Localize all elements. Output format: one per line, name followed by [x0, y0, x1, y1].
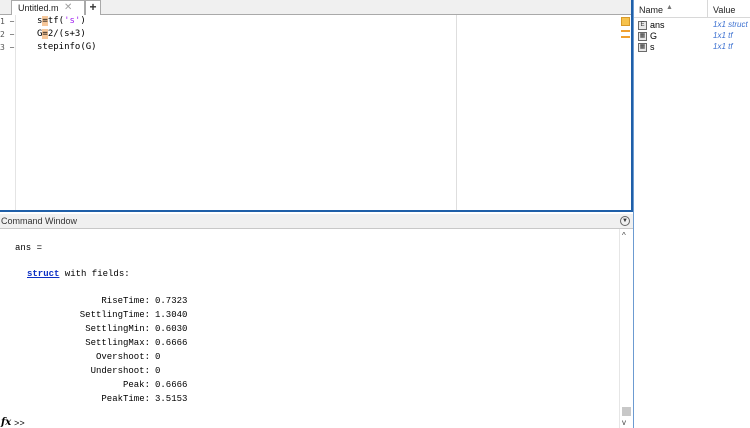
line-number: 1 −	[0, 17, 15, 26]
field-key: SettlingMin:	[85, 324, 150, 334]
warning-marker[interactable]	[621, 36, 630, 38]
tab-untitled-m[interactable]: Untitled.m ✕	[11, 0, 85, 15]
field-value: 3.5153	[155, 394, 188, 404]
var-value: 1x1 tf	[713, 42, 733, 51]
command-window-title-text: Command Window	[1, 216, 78, 226]
field-value: 0.6030	[155, 324, 188, 334]
scroll-down-icon[interactable]: v	[622, 418, 626, 427]
command-prompt[interactable]: >>	[14, 419, 25, 428]
workspace-header: Name ▲ Value	[634, 0, 750, 18]
options-icon[interactable]: ▼	[620, 216, 630, 226]
var-value: 1x1 struct	[713, 20, 748, 29]
field-key: PeakTime:	[101, 394, 150, 404]
column-header-value[interactable]: Value	[713, 5, 735, 15]
field-key: Peak:	[122, 380, 150, 390]
line-number: 2 −	[0, 30, 15, 39]
tf-icon: ▦	[638, 43, 647, 52]
workspace-panel: Name ▲ Value E ans 1x1 struct ▦ G 1x1 tf…	[633, 0, 750, 428]
var-name: ans	[650, 20, 665, 30]
workspace-var-g[interactable]: ▦ G 1x1 tf	[634, 31, 750, 42]
struct-link[interactable]: struct	[27, 269, 59, 279]
field-key: Overshoot:	[95, 352, 150, 362]
code-analyzer-bar[interactable]	[619, 15, 631, 210]
function-browser-icon[interactable]: fx	[1, 417, 11, 428]
field-value: 0.6666	[155, 380, 188, 390]
scroll-up-icon[interactable]: ^	[622, 231, 626, 240]
field-key: SettlingTime:	[79, 310, 150, 320]
workspace-var-ans[interactable]: E ans 1x1 struct	[634, 20, 750, 31]
warning-marker[interactable]	[621, 30, 630, 32]
tab-label: Untitled.m	[18, 3, 59, 13]
field-key: Undershoot:	[90, 366, 150, 376]
editor-panel: Untitled.m ✕ + 1 − 2 − 3 − s=tf('s') G=2…	[0, 0, 633, 212]
ans-line: ans =	[15, 243, 43, 253]
command-window-scrollbar[interactable]: ^ v	[619, 229, 632, 428]
line-number-gutter: 1 − 2 − 3 −	[0, 15, 16, 210]
command-output: ans = struct with fields: RiseTime: 0.73…	[0, 229, 618, 428]
var-name: s	[650, 42, 655, 52]
tf-icon: ▦	[638, 32, 647, 41]
code-line[interactable]: s=tf('s')	[37, 16, 86, 26]
field-value: 0	[155, 366, 161, 376]
right-margin-guide	[456, 15, 457, 210]
command-window-title: Command Window ▼	[0, 214, 633, 229]
var-name: G	[650, 31, 658, 41]
warning-indicator-icon[interactable]	[621, 17, 630, 26]
column-divider[interactable]	[707, 0, 708, 18]
field-value: 0.6666	[155, 338, 188, 348]
scrollbar-thumb[interactable]	[622, 407, 631, 416]
code-line[interactable]: G=2/(s+3)	[37, 29, 86, 39]
field-value: 1.3040	[155, 310, 188, 320]
line-number: 3 −	[0, 43, 15, 52]
code-line[interactable]: stepinfo(G)	[37, 42, 97, 52]
code-editor[interactable]: s=tf('s') G=2/(s+3) stepinfo(G)	[37, 15, 457, 210]
new-tab-button[interactable]: +	[85, 0, 101, 15]
field-value: 0	[155, 352, 161, 362]
sort-ascending-icon[interactable]: ▲	[666, 4, 673, 11]
close-icon[interactable]: ✕	[64, 2, 72, 13]
struct-line: struct with fields:	[27, 269, 130, 279]
workspace-var-s[interactable]: ▦ s 1x1 tf	[634, 42, 750, 53]
field-key: SettlingMax:	[85, 338, 150, 348]
command-window: Command Window ▼ ans = struct with field…	[0, 214, 633, 428]
field-value: 0.7323	[155, 296, 188, 306]
struct-icon: E	[638, 21, 647, 30]
field-key: RiseTime:	[101, 296, 150, 306]
var-value: 1x1 tf	[713, 31, 733, 40]
column-header-name[interactable]: Name	[639, 5, 663, 15]
editor-tab-bar: Untitled.m ✕ +	[0, 0, 631, 15]
